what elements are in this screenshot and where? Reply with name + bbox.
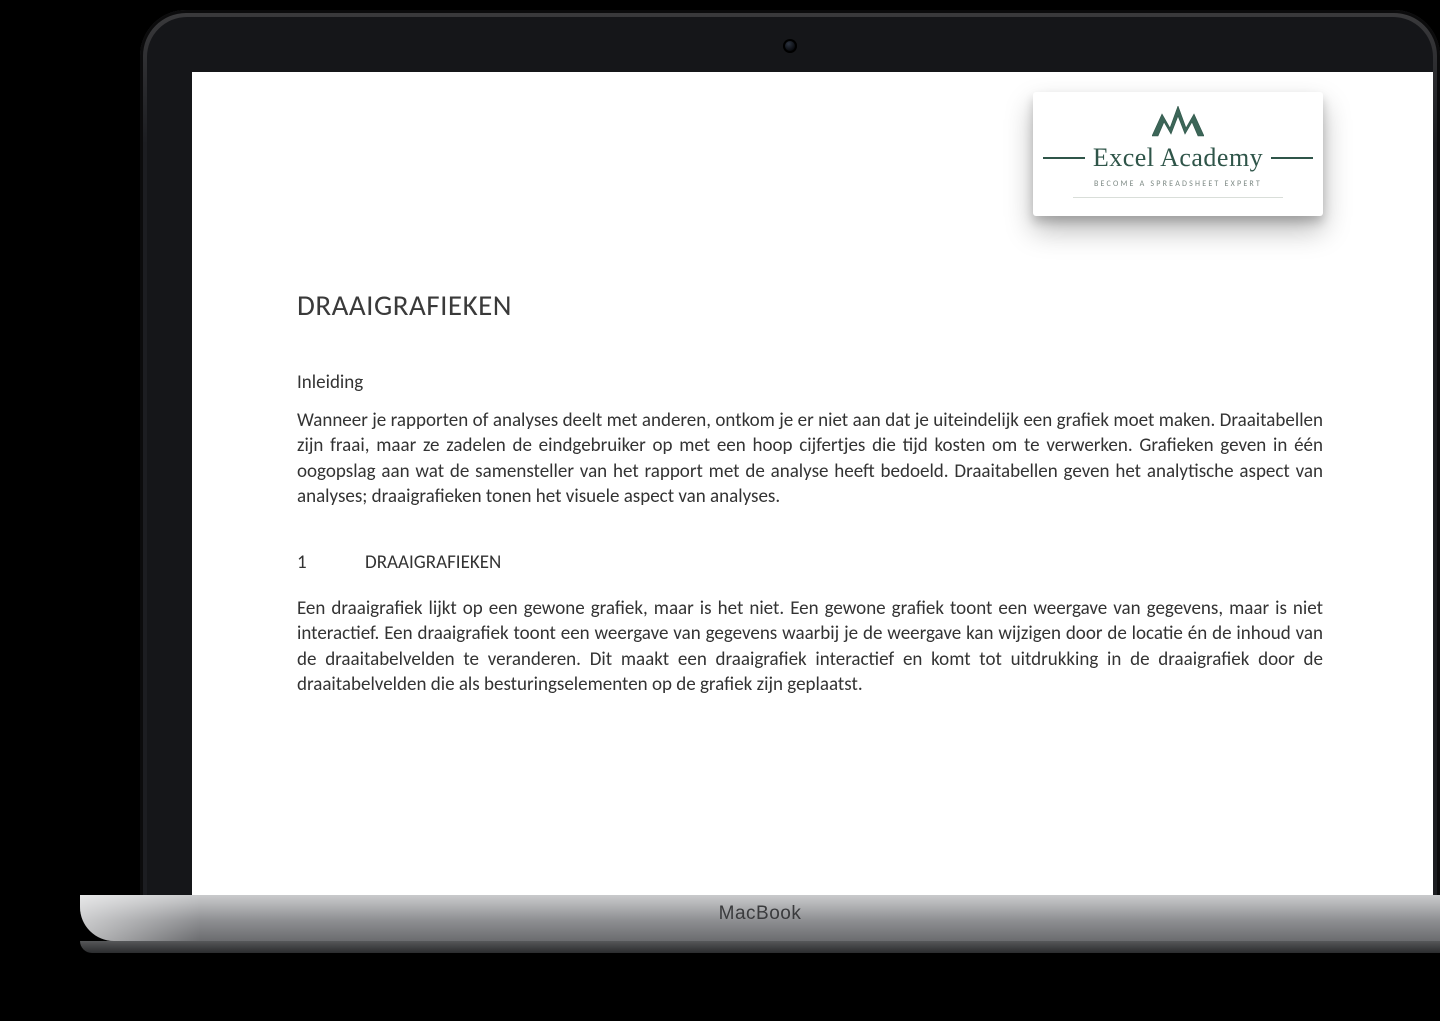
device-label: MacBook — [719, 903, 802, 925]
laptop-base-edge — [80, 941, 1440, 953]
intro-paragraph: Wanneer je rapporten of analyses deelt m… — [297, 408, 1323, 509]
logo-title: Excel Academy — [1093, 143, 1263, 173]
base-highlight — [80, 895, 200, 941]
document-page: Excel Academy BECOME A SPREADSHEET EXPER… — [192, 72, 1433, 898]
laptop-base: MacBook — [80, 895, 1440, 967]
section-1-paragraph: Een draaigrafiek lijkt op een gewone gra… — [297, 596, 1323, 697]
section-1-heading: 1 DRAAIGRAFIEKEN — [297, 551, 1323, 574]
logo-tagline: BECOME A SPREADSHEET EXPERT — [1043, 179, 1313, 189]
laptop-bezel: Excel Academy BECOME A SPREADSHEET EXPER… — [147, 17, 1433, 898]
logo-underline — [1073, 197, 1284, 198]
laptop-mockup: Excel Academy BECOME A SPREADSHEET EXPER… — [80, 0, 1440, 1021]
document-content: DRAAIGRAFIEKEN Inleiding Wanneer je rapp… — [297, 287, 1323, 697]
laptop-screen: Excel Academy BECOME A SPREADSHEET EXPER… — [192, 72, 1433, 898]
crown-icon — [1152, 106, 1204, 138]
brand-logo-card: Excel Academy BECOME A SPREADSHEET EXPER… — [1033, 92, 1323, 216]
intro-heading: Inleiding — [297, 371, 1323, 394]
logo-rule-left — [1043, 157, 1085, 159]
laptop-lid: Excel Academy BECOME A SPREADSHEET EXPER… — [140, 10, 1440, 905]
camera-icon — [783, 39, 797, 53]
logo-rule-right — [1271, 157, 1313, 159]
logo-title-row: Excel Academy — [1043, 143, 1313, 173]
section-1-title: DRAAIGRAFIEKEN — [365, 551, 501, 574]
page-title: DRAAIGRAFIEKEN — [297, 287, 1323, 323]
laptop-base-top: MacBook — [80, 895, 1440, 941]
section-1-number: 1 — [297, 551, 317, 574]
